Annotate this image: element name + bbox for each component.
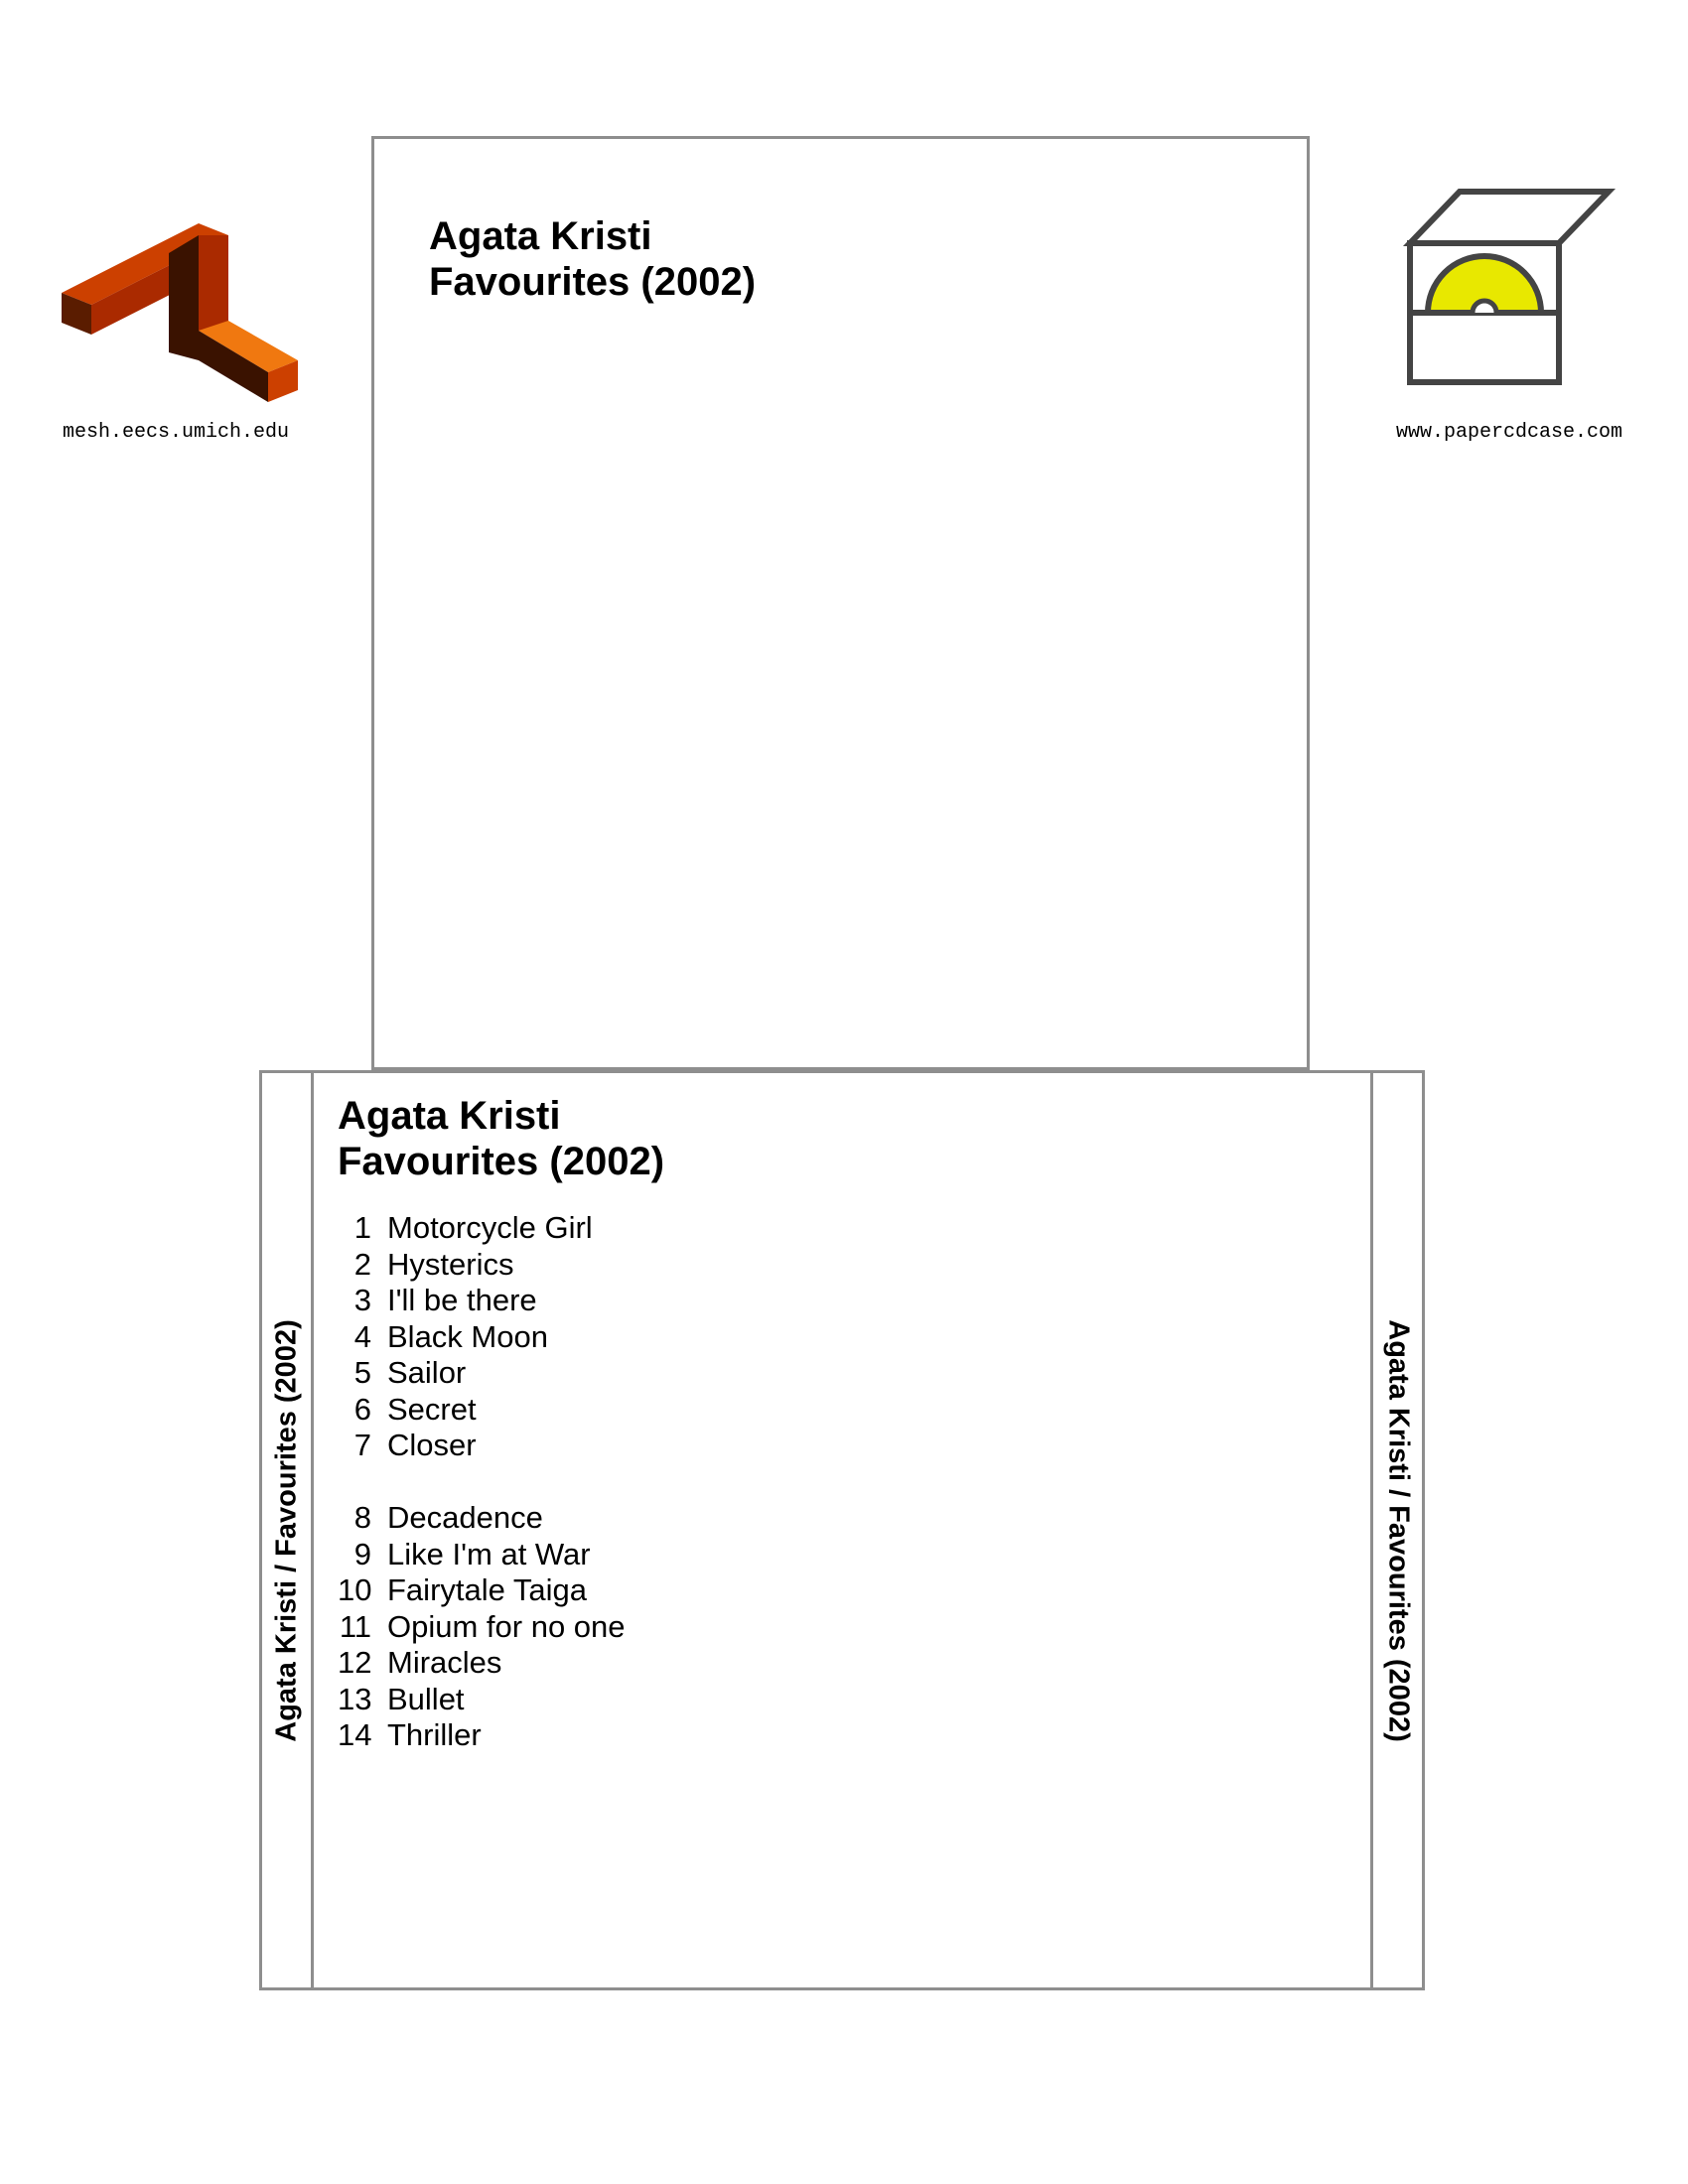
track-item: 11 Opium for no one bbox=[338, 1609, 664, 1646]
track-number: 8 bbox=[353, 1500, 371, 1535]
track-title: Opium for no one bbox=[387, 1608, 626, 1644]
mesh-logo-icon bbox=[62, 223, 298, 402]
back-cover-panel: Agata Kristi / Favourites (2002) Agata K… bbox=[259, 1070, 1425, 1990]
track-title: Closer bbox=[387, 1428, 477, 1462]
track-number: 5 bbox=[353, 1355, 371, 1390]
right-logo-url: www.papercdcase.com bbox=[1395, 421, 1623, 444]
track-number: 6 bbox=[353, 1391, 371, 1427]
track-item: 1 Motorcycle Girl bbox=[338, 1210, 664, 1247]
track-list: 1 Motorcycle Girl 2 Hysterics 3 I'll be the… bbox=[338, 1210, 664, 1754]
track-item: 2 Hysterics bbox=[338, 1247, 664, 1284]
front-cover-panel: Agata Kristi Favourites (2002) bbox=[371, 136, 1310, 1070]
track-number: 9 bbox=[353, 1536, 371, 1571]
track-title: Motorcycle Girl bbox=[387, 1210, 593, 1245]
track-number: 11 bbox=[339, 1608, 371, 1644]
track-item: 10 Fairytale Taiga bbox=[338, 1572, 664, 1609]
back-album: Favourites (2002) bbox=[338, 1140, 665, 1183]
track-number: 14 bbox=[338, 1717, 372, 1752]
back-cover-content: Agata Kristi Favourites (2002) 1 Motorcyc… bbox=[338, 1093, 664, 1754]
spine-right-text: Agata Kristi / Favourites (2002) bbox=[1382, 1318, 1414, 1742]
track-title: I'll be there bbox=[387, 1283, 537, 1317]
track-item: 7 Closer bbox=[338, 1428, 664, 1464]
track-title: Miracles bbox=[387, 1645, 502, 1680]
track-number: 10 bbox=[338, 1572, 372, 1607]
spine-left: Agata Kristi / Favourites (2002) bbox=[262, 1073, 314, 1987]
track-title: Fairytale Taiga bbox=[387, 1572, 588, 1607]
track-item: 8 Decadence bbox=[338, 1500, 664, 1537]
track-title: Thriller bbox=[387, 1717, 482, 1752]
left-logo-url: mesh.eecs.umich.edu bbox=[62, 421, 290, 444]
track-number: 13 bbox=[338, 1681, 372, 1716]
track-item: 9 Like I'm at War bbox=[338, 1537, 664, 1573]
track-item: 13 Bullet bbox=[338, 1682, 664, 1718]
back-artist: Agata Kristi bbox=[338, 1094, 561, 1138]
track-number: 2 bbox=[353, 1246, 371, 1282]
track-title: Like I'm at War bbox=[387, 1536, 591, 1571]
track-gap bbox=[338, 1464, 664, 1501]
paper-cd-case-icon bbox=[1402, 189, 1617, 385]
track-number: 7 bbox=[353, 1428, 371, 1462]
track-title: Sailor bbox=[387, 1355, 467, 1390]
track-item: 3 I'll be there bbox=[338, 1283, 664, 1319]
spine-right: Agata Kristi / Favourites (2002) bbox=[1370, 1073, 1422, 1987]
track-item: 5 Sailor bbox=[338, 1355, 664, 1392]
track-item: 12 Miracles bbox=[338, 1645, 664, 1682]
track-item: 4 Black Moon bbox=[338, 1319, 664, 1356]
front-album: Favourites (2002) bbox=[429, 260, 757, 304]
front-cover-title: Agata Kristi Favourites (2002) bbox=[429, 213, 756, 305]
track-title: Black Moon bbox=[387, 1318, 548, 1354]
track-number: 1 bbox=[353, 1210, 371, 1245]
track-number: 3 bbox=[353, 1283, 371, 1317]
track-item: 6 Secret bbox=[338, 1392, 664, 1429]
front-artist: Agata Kristi bbox=[429, 214, 652, 258]
track-title: Hysterics bbox=[387, 1246, 514, 1282]
track-item: 14 Thriller bbox=[338, 1717, 664, 1754]
back-cover-title: Agata Kristi Favourites (2002) bbox=[338, 1093, 664, 1184]
track-title: Secret bbox=[387, 1391, 477, 1427]
track-number: 12 bbox=[338, 1645, 372, 1680]
track-number: 4 bbox=[353, 1318, 371, 1354]
track-title: Bullet bbox=[387, 1681, 465, 1716]
track-title: Decadence bbox=[387, 1500, 543, 1535]
spine-left-text: Agata Kristi / Favourites (2002) bbox=[270, 1318, 302, 1742]
